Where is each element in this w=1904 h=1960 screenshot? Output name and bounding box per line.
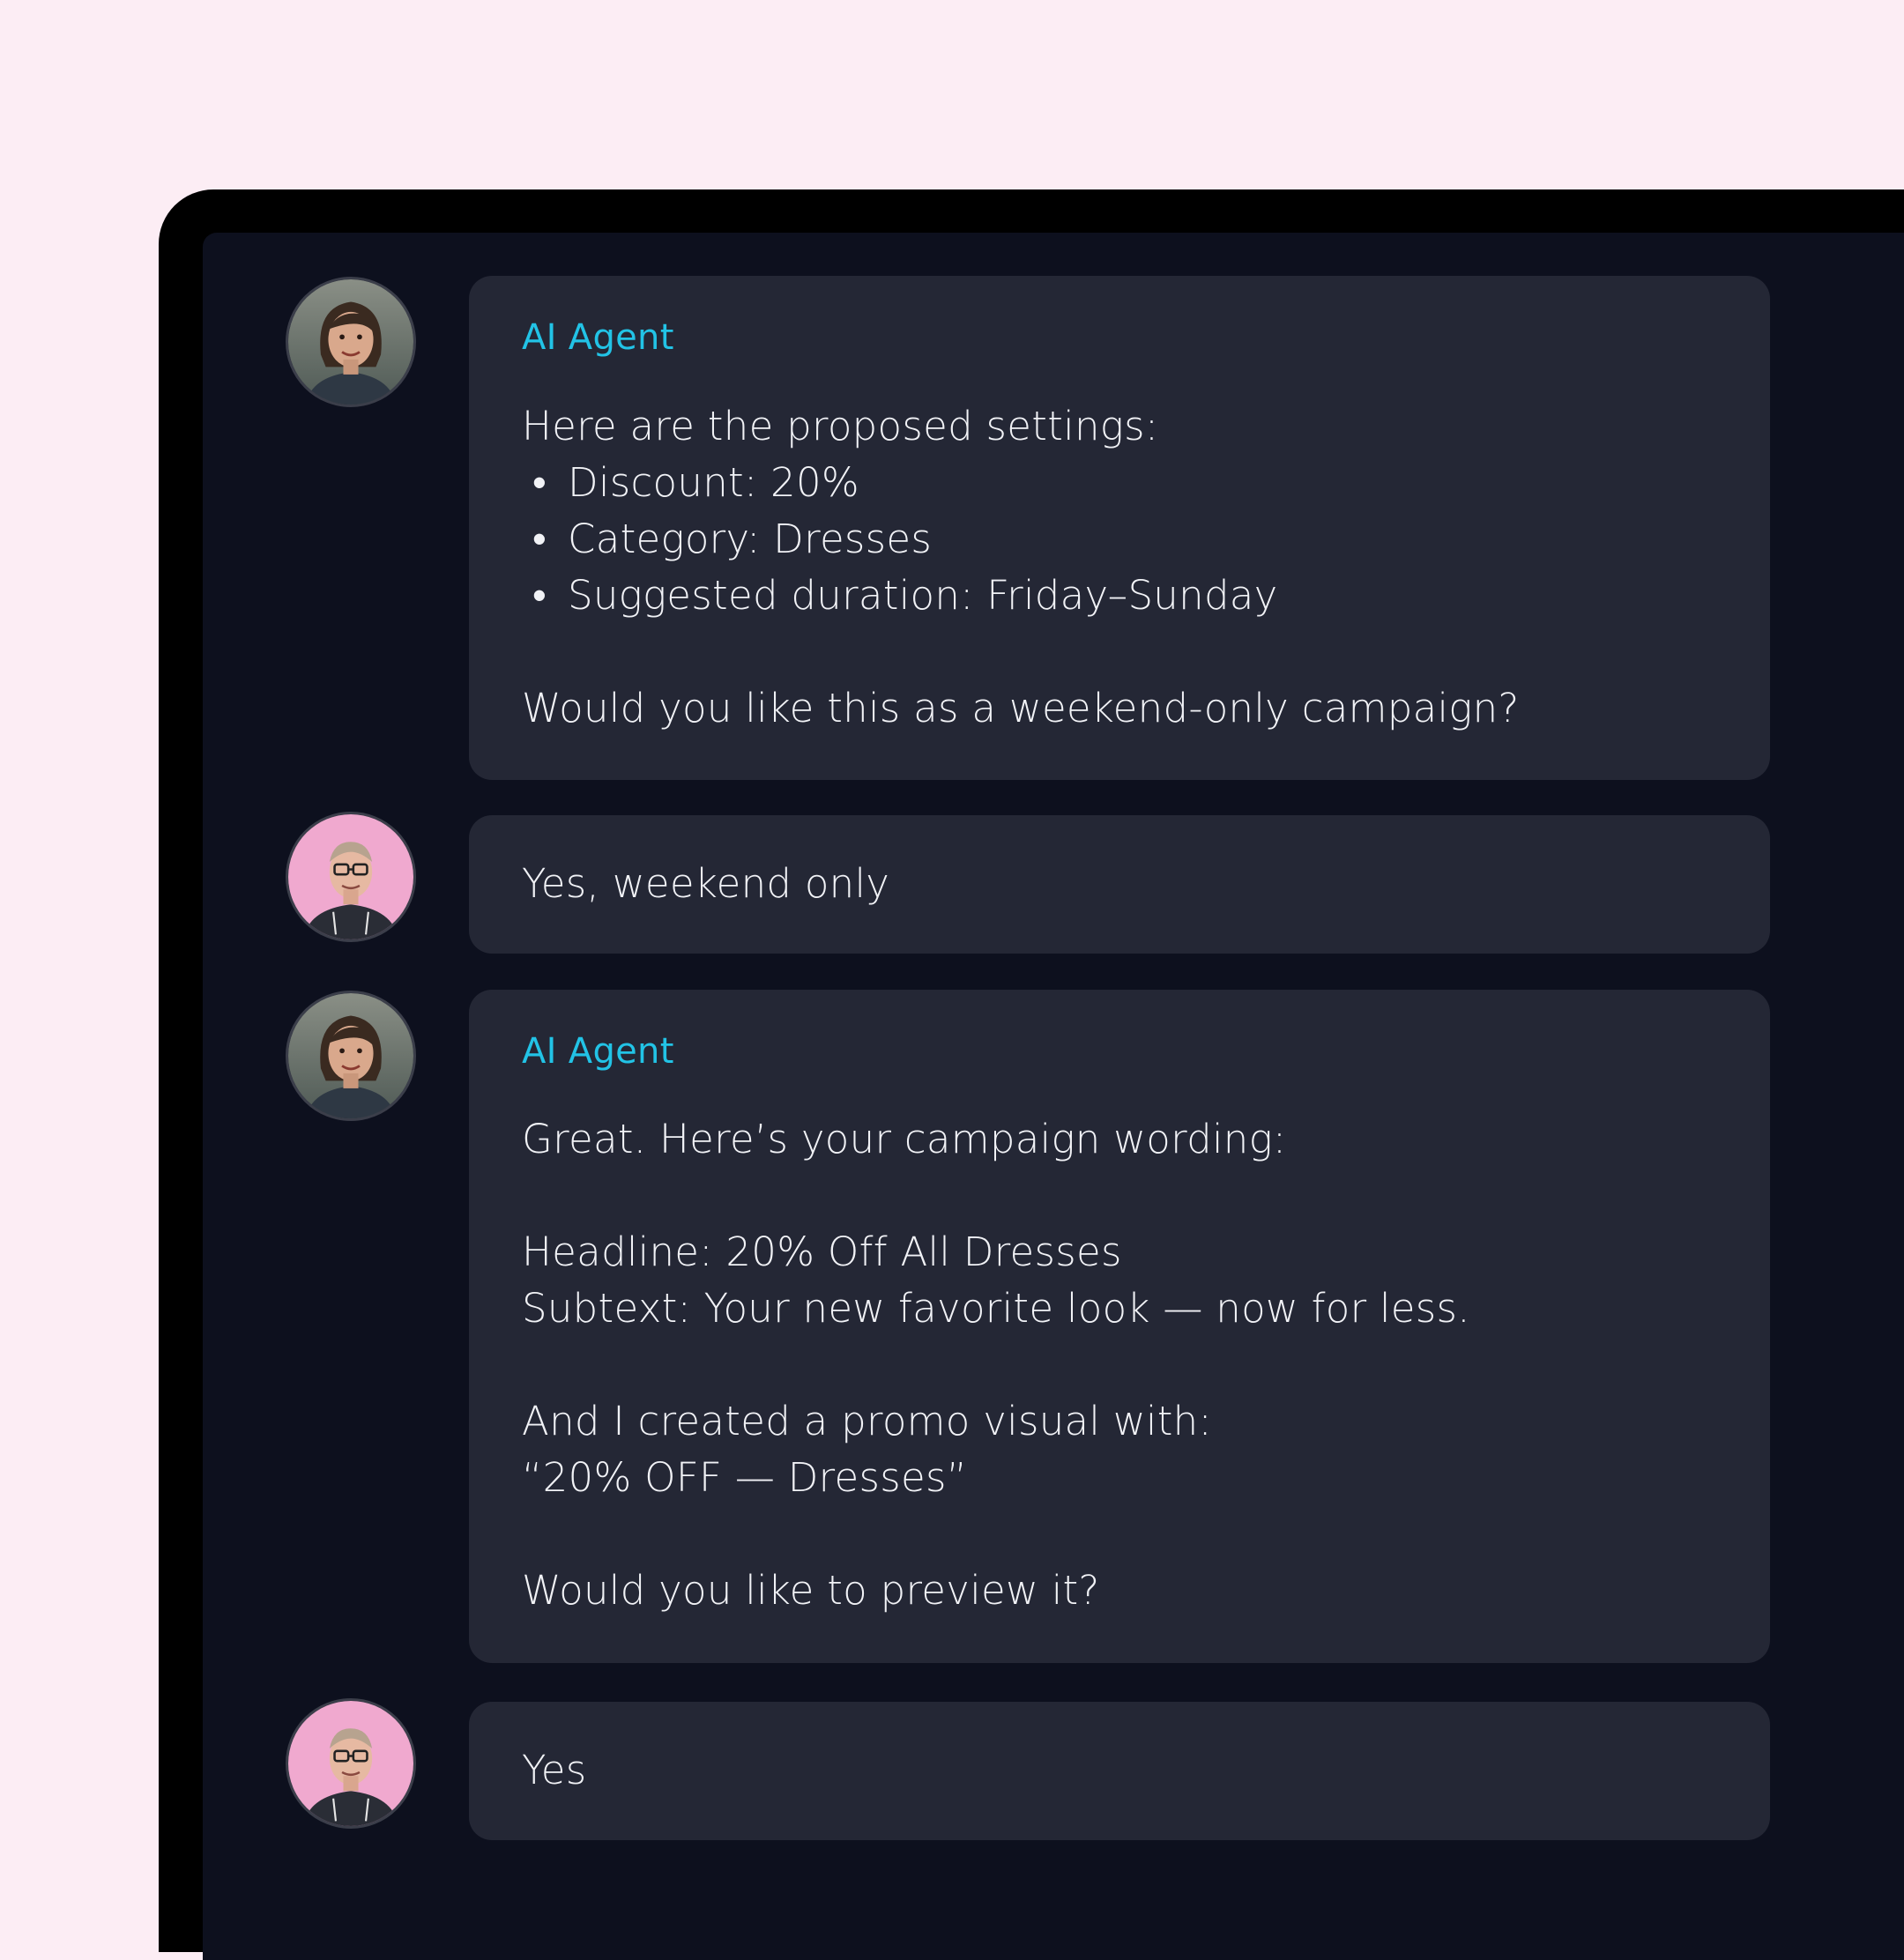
bullet-text: Suggested duration: Friday–Sunday xyxy=(568,572,1278,619)
agent-avatar-icon xyxy=(288,279,413,405)
user-avatar xyxy=(286,1698,416,1829)
user-avatar xyxy=(286,812,416,942)
bullet-dot: • xyxy=(532,572,547,619)
bullet-text: Discount: 20% xyxy=(568,459,859,506)
user-avatar-icon xyxy=(288,814,413,939)
bullet-dot: • xyxy=(532,516,547,562)
message-text: “20% OFF — Dresses” xyxy=(522,1454,968,1501)
agent-message-bubble: AI Agent Great. Here’s your campaign wor… xyxy=(469,990,1770,1663)
user-message-bubble: Yes xyxy=(469,1702,1770,1840)
agent-avatar xyxy=(286,991,416,1121)
message-text: Yes xyxy=(522,1747,587,1793)
message-text: Would you like this as a weekend-only ca… xyxy=(522,685,1520,731)
message-text: Subtext: Your new favorite look — now fo… xyxy=(522,1285,1470,1332)
bullet-dot: • xyxy=(532,459,547,506)
bullet-text: Category: Dresses xyxy=(568,516,933,562)
agent-avatar-icon xyxy=(288,993,413,1118)
user-avatar-icon xyxy=(288,1701,413,1826)
agent-avatar xyxy=(286,277,416,407)
agent-message-bubble: AI Agent Here are the proposed settings:… xyxy=(469,276,1770,780)
message-text: Yes, weekend only xyxy=(522,860,890,907)
message-text: Headline: 20% Off All Dresses xyxy=(522,1229,1122,1275)
bullet-item: • Suggested duration: Friday–Sunday xyxy=(532,575,1278,615)
sender-name: AI Agent xyxy=(522,317,674,358)
message-text: Here are the proposed settings: xyxy=(522,403,1159,449)
message-text: Would you like to preview it? xyxy=(522,1567,1100,1614)
message-text: And I created a promo visual with: xyxy=(522,1398,1212,1444)
user-message-bubble: Yes, weekend only xyxy=(469,815,1770,954)
message-text: Great. Here’s your campaign wording: xyxy=(522,1116,1287,1162)
bullet-item: • Discount: 20% xyxy=(532,463,859,502)
bullet-item: • Category: Dresses xyxy=(532,519,932,559)
sender-name: AI Agent xyxy=(522,1031,674,1072)
